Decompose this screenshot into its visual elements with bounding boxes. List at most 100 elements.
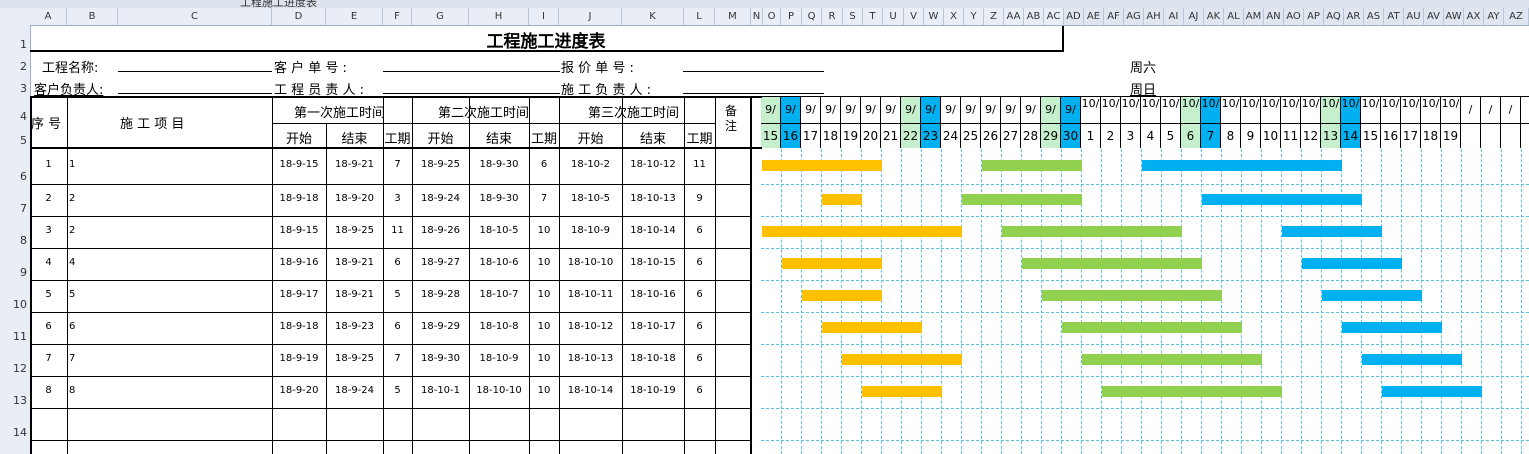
cell-seq-row5[interactable]: 5: [30, 289, 67, 300]
column-header-ai[interactable]: AI: [1164, 8, 1184, 25]
cell-item-row3[interactable]: 2: [69, 225, 75, 236]
cell-s3-row3[interactable]: 18-10-9: [559, 225, 622, 236]
column-header-g[interactable]: G: [412, 8, 469, 25]
column-header-w[interactable]: W: [924, 8, 944, 25]
cell-d2-row6[interactable]: 10: [529, 321, 559, 332]
cell-d1-row4[interactable]: 6: [383, 257, 412, 268]
cell-s1-row2[interactable]: 18-9-18: [272, 193, 326, 204]
column-header-z[interactable]: Z: [984, 8, 1004, 25]
column-header-s[interactable]: S: [843, 8, 863, 25]
row-header-10[interactable]: 10: [0, 298, 30, 311]
column-header-az[interactable]: AZ: [1504, 8, 1529, 25]
column-header-q[interactable]: Q: [802, 8, 822, 25]
row-header-12[interactable]: 12: [0, 362, 30, 375]
column-header-ar[interactable]: AR: [1344, 8, 1364, 25]
column-header-as[interactable]: AS: [1364, 8, 1384, 25]
cell-e1-row3[interactable]: 18-9-25: [326, 225, 383, 236]
cell-s3-row5[interactable]: 18-10-11: [559, 289, 622, 300]
column-header-aw[interactable]: AW: [1444, 8, 1464, 25]
cell-s1-row3[interactable]: 18-9-15: [272, 225, 326, 236]
column-header-h[interactable]: H: [469, 8, 529, 25]
cell-d1-row6[interactable]: 6: [383, 321, 412, 332]
cell-item-row6[interactable]: 6: [69, 321, 75, 332]
cell-d1-row5[interactable]: 5: [383, 289, 412, 300]
cell-s1-row6[interactable]: 18-9-18: [272, 321, 326, 332]
cell-seq-row4[interactable]: 4: [30, 257, 67, 268]
column-header-au[interactable]: AU: [1404, 8, 1424, 25]
cell-item-row5[interactable]: 5: [69, 289, 75, 300]
project-lead-field[interactable]: [383, 93, 560, 94]
row-header-9[interactable]: 9: [0, 266, 30, 279]
cell-item-row4[interactable]: 4: [69, 257, 75, 268]
cell-e1-row6[interactable]: 18-9-23: [326, 321, 383, 332]
column-header-at[interactable]: AT: [1384, 8, 1404, 25]
cell-e1-row4[interactable]: 18-9-21: [326, 257, 383, 268]
cell-s2-row7[interactable]: 18-9-30: [412, 353, 469, 364]
column-header-ac[interactable]: AC: [1044, 8, 1064, 25]
cell-item-row1[interactable]: 1: [69, 159, 75, 170]
cell-e1-row8[interactable]: 18-9-24: [326, 385, 383, 396]
column-header-af[interactable]: AF: [1104, 8, 1124, 25]
cell-d2-row5[interactable]: 10: [529, 289, 559, 300]
column-header-l[interactable]: L: [684, 8, 715, 25]
cell-e1-row2[interactable]: 18-9-20: [326, 193, 383, 204]
column-header-n[interactable]: N: [751, 8, 763, 25]
cell-s1-row5[interactable]: 18-9-17: [272, 289, 326, 300]
quote-no-field[interactable]: [683, 71, 824, 72]
cell-item-row8[interactable]: 8: [69, 385, 75, 396]
cell-d3-row5[interactable]: 6: [684, 289, 715, 300]
column-header-t[interactable]: T: [863, 8, 883, 25]
construction-lead-field[interactable]: [683, 93, 824, 94]
cell-d2-row8[interactable]: 10: [529, 385, 559, 396]
cell-s3-row8[interactable]: 18-10-14: [559, 385, 622, 396]
cell-d1-row7[interactable]: 7: [383, 353, 412, 364]
cell-e3-row4[interactable]: 18-10-15: [622, 257, 684, 268]
column-header-f[interactable]: F: [383, 8, 412, 25]
cell-s2-row1[interactable]: 18-9-25: [412, 159, 469, 170]
column-header-al[interactable]: AL: [1224, 8, 1244, 25]
client-order-field[interactable]: [383, 71, 560, 72]
column-header-a[interactable]: A: [30, 8, 67, 25]
cell-s1-row8[interactable]: 18-9-20: [272, 385, 326, 396]
cell-s3-row1[interactable]: 18-10-2: [559, 159, 622, 170]
row-header-6[interactable]: 6: [0, 170, 30, 183]
cell-d3-row7[interactable]: 6: [684, 353, 715, 364]
column-header-e[interactable]: E: [326, 8, 383, 25]
cell-d1-row8[interactable]: 5: [383, 385, 412, 396]
cell-d2-row4[interactable]: 10: [529, 257, 559, 268]
cell-s3-row4[interactable]: 18-10-10: [559, 257, 622, 268]
row-header-4[interactable]: 4: [0, 110, 30, 123]
column-header-r[interactable]: R: [822, 8, 843, 25]
cell-d3-row3[interactable]: 6: [684, 225, 715, 236]
column-header-m[interactable]: M: [715, 8, 751, 25]
column-header-am[interactable]: AM: [1244, 8, 1264, 25]
cell-s2-row2[interactable]: 18-9-24: [412, 193, 469, 204]
cell-e2-row4[interactable]: 18-10-6: [469, 257, 529, 268]
cell-seq-row7[interactable]: 7: [30, 353, 67, 364]
column-header-av[interactable]: AV: [1424, 8, 1444, 25]
cell-e2-row5[interactable]: 18-10-7: [469, 289, 529, 300]
column-header-an[interactable]: AN: [1264, 8, 1284, 25]
cell-d2-row7[interactable]: 10: [529, 353, 559, 364]
cell-e3-row1[interactable]: 18-10-12: [622, 159, 684, 170]
column-header-i[interactable]: I: [529, 8, 559, 25]
cell-e2-row1[interactable]: 18-9-30: [469, 159, 529, 170]
row-header-8[interactable]: 8: [0, 234, 30, 247]
cell-e3-row7[interactable]: 18-10-18: [622, 353, 684, 364]
cell-e3-row3[interactable]: 18-10-14: [622, 225, 684, 236]
cell-s2-row8[interactable]: 18-10-1: [412, 385, 469, 396]
cell-d3-row8[interactable]: 6: [684, 385, 715, 396]
column-header-aj[interactable]: AJ: [1184, 8, 1204, 25]
cell-d2-row2[interactable]: 7: [529, 193, 559, 204]
column-header-k[interactable]: K: [622, 8, 684, 25]
cell-e1-row1[interactable]: 18-9-21: [326, 159, 383, 170]
cell-e2-row3[interactable]: 18-10-5: [469, 225, 529, 236]
cell-e3-row2[interactable]: 18-10-13: [622, 193, 684, 204]
column-header-u[interactable]: U: [883, 8, 904, 25]
cell-e1-row7[interactable]: 18-9-25: [326, 353, 383, 364]
column-header-x[interactable]: X: [944, 8, 964, 25]
row-header-5[interactable]: 5: [0, 134, 30, 147]
column-header-b[interactable]: B: [67, 8, 118, 25]
column-header-ay[interactable]: AY: [1484, 8, 1504, 25]
column-header-ad[interactable]: AD: [1064, 8, 1084, 25]
